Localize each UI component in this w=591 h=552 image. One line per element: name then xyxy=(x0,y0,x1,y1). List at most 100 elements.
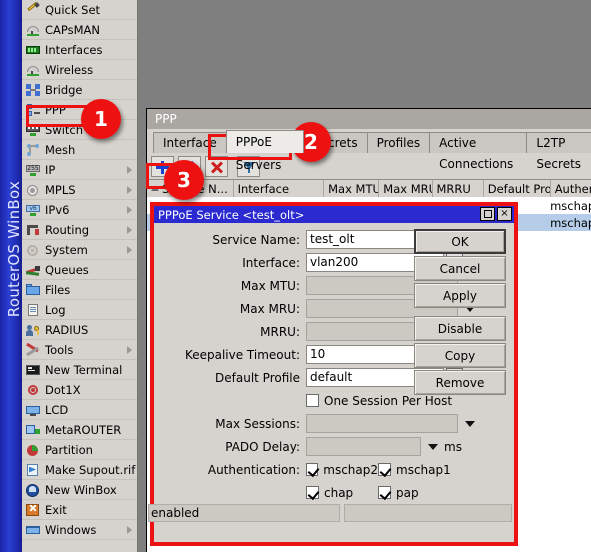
sidebar-item-label: CAPsMAN xyxy=(45,22,101,37)
field-label: Max Sessions: xyxy=(215,416,300,431)
sidebar-item-system[interactable]: System xyxy=(22,240,137,260)
dialog-status-bar: enabled xyxy=(148,502,514,524)
disable-button[interactable]: Disable xyxy=(414,316,506,341)
lcd-icon xyxy=(25,403,41,417)
auth-option: mschap2 xyxy=(306,463,378,477)
sidebar-item-lcd[interactable]: LCD xyxy=(22,400,137,420)
cancel-button[interactable]: Cancel xyxy=(414,256,506,281)
authentication-row: Authentication: mschap2 mschap1 xyxy=(154,458,514,481)
maximize-button[interactable] xyxy=(480,207,495,221)
column-header[interactable]: Max MTU xyxy=(324,180,380,197)
column-header[interactable]: MRRU xyxy=(433,180,484,197)
winbox-icon xyxy=(25,483,41,497)
sidebar-item-label: Quick Set xyxy=(45,2,101,17)
supout-icon xyxy=(25,463,41,477)
sidebar-item-make-supout-rif[interactable]: Make Supout.rif xyxy=(22,460,137,480)
ipv6-icon: v6 xyxy=(25,203,41,217)
sidebar-item-wireless[interactable]: Wireless xyxy=(22,60,137,80)
pppoe-service-dialog: PPPoE Service <test_olt> × Service Name:… xyxy=(148,202,518,546)
switch-icon xyxy=(25,123,41,137)
ppp-window-titlebar: PPP xyxy=(147,109,591,129)
column-header-label: Authent xyxy=(554,181,591,196)
column-header[interactable]: Interface xyxy=(234,180,325,197)
chevron-right-icon xyxy=(127,245,132,254)
sidebar-item-queues[interactable]: Queues xyxy=(22,260,137,280)
sidebar-item-quick-set[interactable]: Quick Set xyxy=(22,0,137,20)
dialog-status-text: enabled xyxy=(148,504,340,522)
auth-checkbox-mschap2[interactable] xyxy=(306,463,319,476)
sidebar-item-mpls[interactable]: MPLS xyxy=(22,180,137,200)
sidebar-item-mesh[interactable]: Mesh xyxy=(22,140,137,160)
square-icon xyxy=(483,210,492,218)
ppp-toolbar xyxy=(147,153,591,179)
field-label: PADO Delay: xyxy=(225,439,300,454)
sidebar-item-new-terminal[interactable]: New Terminal xyxy=(22,360,137,380)
sidebar-item-exit[interactable]: Exit xyxy=(22,500,137,520)
field-label: Interface: xyxy=(242,255,300,270)
log-icon xyxy=(25,303,41,317)
remove-button[interactable]: Remove xyxy=(414,370,506,395)
tab-l2tp-secrets[interactable]: L2TP Secrets xyxy=(526,132,591,171)
chevron-down-icon[interactable] xyxy=(428,443,438,450)
antenna-icon xyxy=(25,63,41,77)
remove-button[interactable] xyxy=(205,155,228,177)
column-header[interactable]: Max MRU xyxy=(379,180,433,197)
column-header[interactable]: Authent xyxy=(551,180,591,197)
sidebar-item-label: Bridge xyxy=(45,82,83,97)
copy-button[interactable]: Copy xyxy=(414,343,506,368)
sidebar-item-label: Mesh xyxy=(45,142,76,157)
sidebar-item-metarouter[interactable]: MetaROUTER xyxy=(22,420,137,440)
sidebar-item-ip[interactable]: 255 IP xyxy=(22,160,137,180)
ppp-window-title: PPP xyxy=(155,112,177,126)
sidebar-item-windows[interactable]: Windows xyxy=(22,520,137,540)
apply-button[interactable]: Apply xyxy=(414,283,506,308)
field-suffix: ms xyxy=(444,439,462,454)
column-header[interactable]: Default Pro... xyxy=(484,180,551,197)
sidebar-item-new-winbox[interactable]: New WinBox xyxy=(22,480,137,500)
auth-checkbox-mschap1[interactable] xyxy=(378,463,391,476)
auth-checkbox-label: mschap2 xyxy=(323,462,378,477)
authentication-cell: mschap xyxy=(550,198,591,213)
sidebar-item-routing[interactable]: Routing xyxy=(22,220,137,240)
sidebar-item-label: PPP xyxy=(45,102,66,117)
routing-icon xyxy=(25,223,41,237)
sidebar-item-dot1x[interactable]: Dot1X xyxy=(22,380,137,400)
sidebar-item-tools[interactable]: Tools xyxy=(22,340,137,360)
ok-button[interactable]: OK xyxy=(414,229,506,254)
close-button[interactable]: × xyxy=(497,207,512,221)
tab-active-connections[interactable]: Active Connections xyxy=(429,132,528,171)
one-session-per-host-checkbox[interactable] xyxy=(306,394,319,407)
field-label: Keepalive Timeout: xyxy=(184,347,300,362)
form-row: PADO Delay: ms xyxy=(154,435,514,458)
radius-icon xyxy=(25,323,41,337)
sidebar-item-label: Wireless xyxy=(45,62,94,77)
tab-interface[interactable]: Interface xyxy=(153,132,227,153)
chevron-right-icon xyxy=(127,345,132,354)
sidebar-item-capsman[interactable]: CAPsMAN xyxy=(22,20,137,40)
sidebar-item-label: Switch xyxy=(45,122,84,137)
sidebar-item-label: System xyxy=(45,242,88,257)
sidebar-item-bridge[interactable]: Bridge xyxy=(22,80,137,100)
sidebar-item-ipv6[interactable]: v6 IPv6 xyxy=(22,200,137,220)
sidebar-item-partition[interactable]: Partition xyxy=(22,440,137,460)
chevron-down-icon[interactable] xyxy=(465,420,475,427)
winbox-brand-strip: RouterOS WinBox xyxy=(0,0,22,552)
sidebar-item-radius[interactable]: RADIUS xyxy=(22,320,137,340)
sidebar-item-label: Queues xyxy=(45,262,89,277)
auth-checkbox-pap[interactable] xyxy=(378,486,391,499)
sidebar-item-files[interactable]: Files xyxy=(22,280,137,300)
auth-checkbox-chap[interactable] xyxy=(306,486,319,499)
auth-option: mschap1 xyxy=(378,463,451,477)
pencil-icon xyxy=(25,1,41,17)
sidebar-item-log[interactable]: Log xyxy=(22,300,137,320)
sidebar-item-label: New WinBox xyxy=(45,482,117,497)
winbox-brand-label: RouterOS WinBox xyxy=(5,180,22,318)
tab-pppoe-servers[interactable]: PPPoE Servers xyxy=(225,130,304,172)
field-label: Max MRU: xyxy=(239,301,300,316)
chevron-right-icon xyxy=(127,225,132,234)
sidebar-item-label: Interfaces xyxy=(45,42,103,57)
sidebar-item-label: IPv6 xyxy=(45,202,70,217)
dialog-titlebar: PPPoE Service <test_olt> × xyxy=(154,206,514,223)
sidebar-item-interfaces[interactable]: Interfaces xyxy=(22,40,137,60)
tab-profiles[interactable]: Profiles xyxy=(366,132,431,153)
